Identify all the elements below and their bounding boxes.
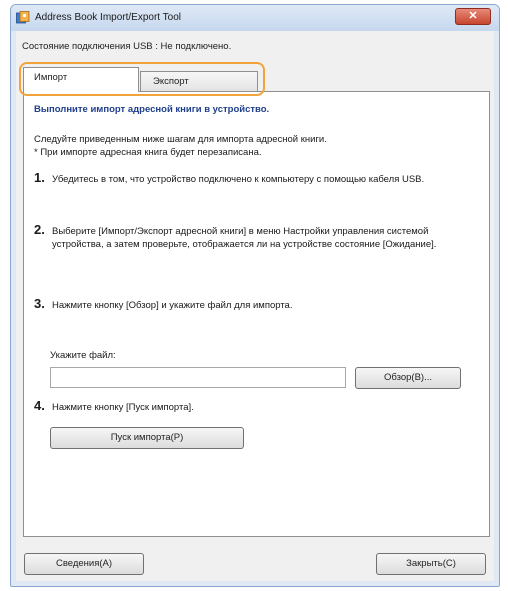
intro-line: Следуйте приведенным ниже шагам для импо… (34, 134, 327, 145)
step-1: 1. Убедитесь в том, что устройство подкл… (34, 170, 479, 186)
file-path-input[interactable] (50, 367, 346, 388)
tabs-highlight-callout (19, 62, 265, 96)
close-button[interactable]: Закрыть(C) (376, 553, 486, 575)
intro-text: Следуйте приведенным ниже шагам для импо… (34, 133, 474, 159)
file-label: Укажите файл: (50, 350, 116, 361)
panel-heading: Выполните импорт адресной книги в устрой… (34, 104, 270, 115)
step-number: 4. (34, 398, 45, 413)
dialog-body: Состояние подключения USB : Не подключен… (16, 31, 494, 581)
step-number: 3. (34, 296, 45, 311)
step-text: Убедитесь в том, что устройство подключе… (52, 174, 425, 185)
usb-status-text: Состояние подключения USB : Не подключен… (22, 41, 232, 52)
step-2: 2. Выберите [Импорт/Экспорт адресной кни… (34, 222, 479, 251)
overwrite-note: * При импорте адресная книга будет перез… (34, 147, 262, 158)
step-text: Нажмите кнопку [Обзор] и укажите файл дл… (52, 300, 293, 311)
window-close-button[interactable]: ✕ (455, 8, 491, 25)
start-import-button[interactable]: Пуск импорта(P) (50, 427, 244, 449)
browse-button[interactable]: Обзор(B)... (355, 367, 461, 389)
title-bar[interactable]: Address Book Import/Export Tool ✕ (11, 5, 499, 31)
step-text: Нажмите кнопку [Пуск импорта]. (52, 402, 194, 413)
step-number: 1. (34, 170, 45, 185)
step-text: Выберите [Импорт/Экспорт адресной книги]… (52, 226, 437, 250)
app-window: Address Book Import/Export Tool ✕ Состоя… (10, 4, 500, 587)
close-icon: ✕ (468, 10, 478, 22)
window-title: Address Book Import/Export Tool (35, 12, 181, 23)
step-number: 2. (34, 222, 45, 237)
step-4: 4. Нажмите кнопку [Пуск импорта]. (34, 398, 479, 414)
address-book-app-icon (16, 11, 30, 24)
import-panel: Выполните импорт адресной книги в устрой… (23, 91, 490, 537)
info-button[interactable]: Сведения(A) (24, 553, 144, 575)
step-3: 3. Нажмите кнопку [Обзор] и укажите файл… (34, 296, 479, 312)
